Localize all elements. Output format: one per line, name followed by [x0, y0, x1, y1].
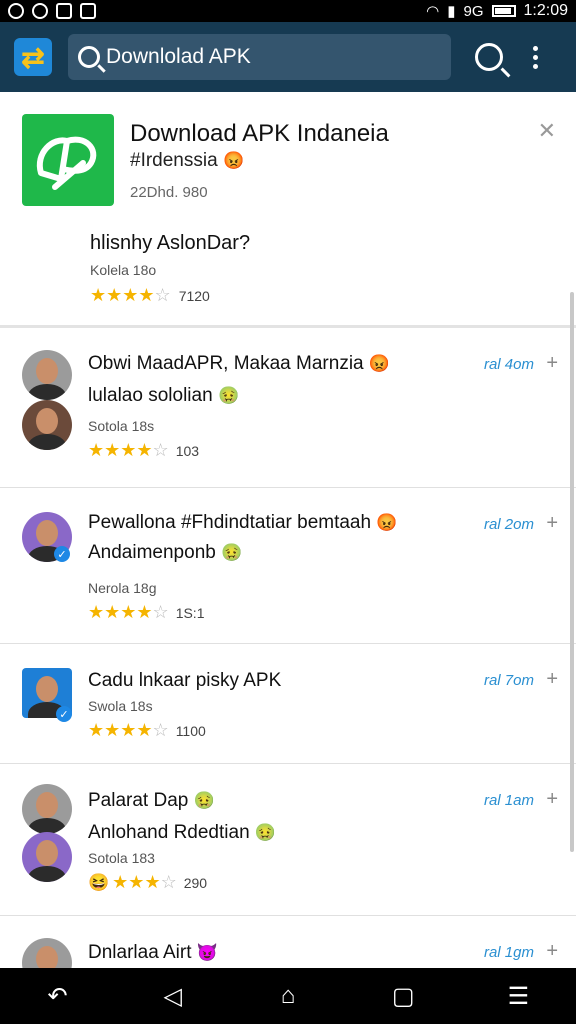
emoji-icon: 🤢 [193, 791, 215, 810]
close-icon[interactable]: ✕ [538, 118, 556, 144]
avatar [22, 938, 72, 968]
item-time: ral 1am [483, 792, 534, 809]
item-category: Nerola 18g [88, 580, 157, 596]
more-vert-icon[interactable] [533, 45, 538, 69]
search-icon [78, 46, 100, 68]
verified-badge-icon: ✓ [56, 706, 72, 722]
star-rating: ★★★★☆ 7120 [90, 285, 210, 306]
triangle-back-icon[interactable]: ◁ [153, 982, 193, 1011]
stars-icon: ★★★☆ [112, 872, 177, 892]
status-time: 1:2:09 [523, 2, 568, 19]
list-item[interactable]: Dnlarlaa Airt 😈 ral 1gm + [0, 916, 576, 968]
featured-card[interactable]: Download APK Indaneia #Irdenssia 😡 22Dhd… [0, 92, 576, 328]
featured-title: Download APK Indaneia [130, 120, 389, 147]
emoji-icon: 🤢 [217, 386, 240, 405]
app-icon [22, 114, 114, 206]
content-list: Download APK Indaneia #Irdenssia 😡 22Dhd… [0, 92, 576, 968]
rating-count: 103 [175, 442, 200, 459]
item-time: ral 4om [483, 356, 534, 373]
signal-label: 9G [463, 2, 484, 20]
item-category: Sotola 183 [88, 850, 155, 866]
item-subtitle: Anlohand Rdedtian 🤢 [88, 822, 277, 843]
item-subtitle: lulalao sololian 🤢 [88, 385, 240, 406]
emoji-icon: 🤢 [254, 823, 277, 842]
avatar [22, 832, 72, 882]
item-time: ral 2om [483, 516, 534, 533]
search-input[interactable]: Downlolad APK [68, 34, 451, 80]
item-time: ral 7om [483, 672, 534, 689]
item-title: Cadu lnkaar pisky APK [88, 670, 282, 691]
item-title: Dnlarlaa Airt 😈 [88, 942, 218, 963]
status-bar: ◠ ▮ 9G 1:2:09 [0, 0, 576, 22]
plus-icon[interactable]: + [546, 352, 558, 375]
plus-icon[interactable]: + [546, 940, 558, 963]
avatar [22, 400, 72, 450]
verified-badge-icon: ✓ [54, 546, 70, 562]
star-rating: ★★★★☆ 1100 [88, 720, 206, 741]
featured-category: Kolela 18o [90, 262, 157, 278]
rating-count: 290 [183, 874, 208, 891]
plus-icon[interactable]: + [546, 788, 558, 811]
wifi-icon: ◠ [426, 3, 440, 20]
notification-icon [80, 3, 96, 19]
list-item[interactable]: Palarat Dap 🤢 Anlohand Rdedtian 🤢 Sotola… [0, 764, 576, 916]
featured-subtitle: #Irdenssia 😡 [130, 150, 245, 171]
emoji-icon: 😆 [88, 872, 110, 892]
rating-count: 1100 [175, 722, 206, 739]
item-category: Sotola 18s [88, 418, 155, 434]
item-title: Pewallona #Fhdindtatiar bemtaah 😡 [88, 512, 398, 533]
home-icon[interactable]: ⌂ [268, 982, 308, 1010]
rating-count: 7120 [178, 287, 210, 304]
avatar [22, 784, 72, 834]
battery-icon [491, 5, 516, 17]
scrollbar[interactable] [570, 292, 574, 852]
stars-icon: ★★★★☆ [88, 720, 169, 740]
list-item[interactable]: Obwi MaadAPR, Makaa Marnzia 😡 lulalao so… [0, 328, 576, 488]
menu-icon[interactable]: ☰ [498, 982, 538, 1011]
toolbar: ⇄ Downlolad APK [0, 22, 576, 92]
star-rating: ★★★★☆ 103 [88, 440, 199, 461]
back-icon[interactable]: ↶ [38, 982, 78, 1011]
item-title: Obwi MaadAPR, Makaa Marnzia 😡 [88, 353, 391, 374]
item-subtitle: Andaimenponb 🤢 [88, 542, 243, 563]
notification-icon [56, 3, 72, 19]
featured-question: hlisnhy AslonDar? [90, 232, 251, 254]
plus-icon[interactable]: + [546, 668, 558, 691]
plus-icon[interactable]: + [546, 512, 558, 535]
search-text: Downlolad APK [106, 45, 251, 68]
list-item[interactable]: ✓ Cadu lnkaar pisky APK Swola 18s ★★★★☆ … [0, 644, 576, 764]
notification-icons [8, 3, 96, 19]
notification-icon [32, 3, 48, 19]
search-icon[interactable] [475, 43, 503, 71]
rating-count: 1S:1 [175, 604, 205, 621]
item-title: Palarat Dap 🤢 [88, 790, 215, 811]
list-item[interactable]: ✓ Pewallona #Fhdindtatiar bemtaah 😡 Anda… [0, 488, 576, 644]
notification-icon [8, 3, 24, 19]
avatar [22, 350, 72, 400]
star-rating: 😆 ★★★☆ 290 [88, 872, 207, 893]
emoji-icon: 😈 [196, 943, 218, 962]
emoji-icon: 🤢 [221, 543, 243, 562]
star-rating: ★★★★☆ 1S:1 [88, 602, 205, 623]
navigation-bar: ↶ ◁ ⌂ ▢ ☰ [0, 968, 576, 1024]
stars-icon: ★★★★☆ [88, 440, 169, 460]
emoji-icon: 😡 [222, 151, 245, 170]
emoji-icon: 😡 [368, 354, 391, 373]
screen: ◠ ▮ 9G 1:2:09 ⇄ Downlolad APK Download A… [0, 0, 576, 1024]
system-icons: ◠ ▮ 9G 1:2:09 [426, 2, 568, 20]
recents-icon[interactable]: ▢ [383, 982, 423, 1011]
featured-meta: 22Dhd. 980 [130, 184, 208, 201]
arrows-logo-icon[interactable]: ⇄ [14, 38, 52, 76]
item-category: Swola 18s [88, 698, 153, 714]
stars-icon: ★★★★☆ [88, 602, 169, 622]
emoji-icon: 😡 [376, 513, 398, 532]
item-time: ral 1gm [483, 944, 534, 961]
stars-icon: ★★★★☆ [90, 285, 171, 305]
signal-icon: ▮ [447, 3, 456, 20]
